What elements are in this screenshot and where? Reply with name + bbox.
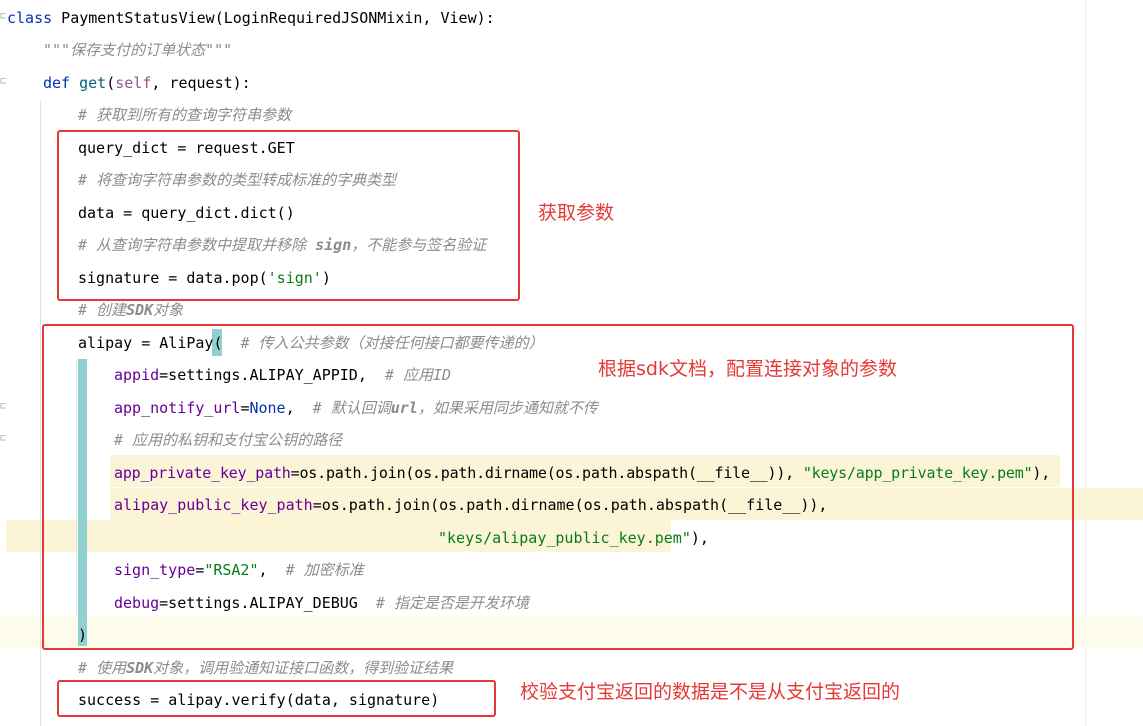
comment: 对象，调用验通知证接口函数，得到验证结果 (153, 659, 454, 677)
annotation-label-get-params: 获取参数 (538, 202, 615, 224)
code-editor[interactable]: ⊏ ⊏ ⊏ ⊏ class PaymentStatusView(LoginReq… (0, 0, 1143, 726)
code-text: , request): (151, 74, 251, 92)
comment: 对象 (153, 301, 184, 319)
code-text: ( (106, 74, 116, 92)
annotation-box-sdk-config (42, 324, 1074, 650)
self-keyword: self (115, 74, 152, 92)
code-line[interactable]: # 获取到所有的查询字符串参数 (78, 99, 291, 131)
annotation-label-sdk-config: 根据sdk文档，配置连接对象的参数 (598, 358, 897, 380)
docstring: """保存支付的订单状态""" (43, 41, 233, 59)
code-line[interactable]: """保存支付的订单状态""" (43, 34, 232, 66)
indent-guide (40, 100, 41, 726)
fold-icon[interactable]: ⊏ (0, 433, 8, 445)
annotation-label-verify: 校验支付宝返回的数据是不是从支付宝返回的 (520, 681, 901, 703)
keyword: def (43, 74, 71, 92)
function-name: get (70, 74, 107, 92)
comment: # 获取到所有的查询字符串参数 (78, 106, 292, 124)
code-line[interactable]: def get(self, request): (43, 67, 251, 99)
annotation-box-verify (57, 680, 496, 717)
fold-icon[interactable]: ⊏ (0, 76, 8, 88)
class-name: PaymentStatusView (52, 9, 215, 27)
comment-emphasis: SDK (126, 659, 154, 677)
comment: # 使用 (78, 659, 127, 677)
keyword: class (7, 9, 53, 27)
code-line[interactable]: class PaymentStatusView(LoginRequiredJSO… (7, 2, 495, 34)
comment: # 创建 (78, 301, 127, 319)
annotation-box-get-params (57, 130, 520, 301)
fold-icon[interactable]: ⊏ (0, 401, 8, 413)
comment-emphasis: SDK (126, 301, 154, 319)
code-text: (LoginRequiredJSONMixin, View): (214, 9, 495, 27)
